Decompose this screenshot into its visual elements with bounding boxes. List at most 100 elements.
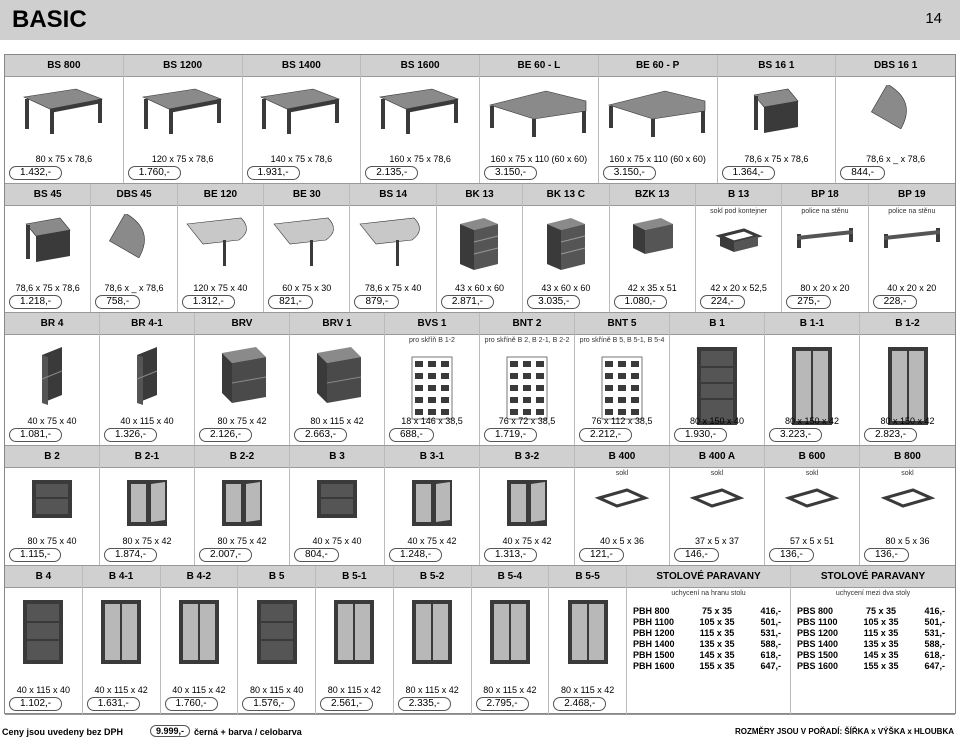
product-image (688, 486, 746, 515)
product-code: BR 4 (5, 313, 99, 335)
product-dimensions: 78,6 x 75 x 40 (364, 283, 422, 293)
product-dimensions: 40 x 5 x 36 (599, 536, 645, 546)
screens-title: STOLOVÉ PARAVANY (791, 566, 955, 588)
product-code: B 5-1 (316, 566, 393, 588)
product-cell: B 5-1 80 x 115 x 42 2.561,- (316, 566, 394, 714)
product-code: B 5-5 (549, 566, 626, 588)
product-dimensions: 76 x 72 x 38,5 (498, 416, 556, 426)
product-code: BK 13 C (523, 184, 609, 206)
product-price: 1.326,- (104, 428, 158, 442)
screen-code: PBS 800 (797, 606, 834, 616)
product-note: pro skříně B 5, B 5-1, B 5-4 (579, 337, 665, 344)
page-header: BASIC 14 (0, 0, 960, 40)
product-image (372, 85, 468, 142)
screen-code: PBH 800 (633, 606, 670, 616)
product-code: BS 800 (5, 55, 123, 77)
product-dimensions: 42 x 35 x 51 (627, 283, 677, 293)
product-cell: B 1-1 80 x 150 x 42 3.223,- (765, 313, 860, 445)
product-code: BRV 1 (290, 313, 384, 335)
screen-price: 588,- (924, 639, 945, 649)
product-dimensions: 160 x 75 x 78,6 (389, 154, 451, 164)
product-image (16, 85, 112, 142)
product-price: 1.102,- (9, 697, 63, 711)
product-price: 1.218,- (9, 295, 63, 309)
product-note: sokl (615, 470, 629, 477)
product-dimensions: 140 x 75 x 78,6 (270, 154, 333, 164)
product-price: 2.871,- (440, 295, 494, 309)
screen-dimensions: 115 x 35 (699, 628, 735, 638)
product-image (121, 476, 173, 535)
product-image (501, 476, 553, 535)
product-cell: BS 1600 160 x 75 x 78,6 2.135,- (361, 55, 480, 183)
product-price: 3.035,- (527, 295, 581, 309)
product-image (486, 85, 592, 146)
product-cell: B 3-2 40 x 75 x 42 1.313,- (480, 446, 575, 565)
product-image (270, 214, 344, 275)
product-dimensions: 80 x 115 x 40 (249, 685, 304, 695)
screen-item: PBS 1400 135 x 35 588,- (797, 639, 949, 650)
screen-dimensions: 145 x 35 (699, 650, 735, 660)
product-dimensions: 37 x 5 x 37 (694, 536, 740, 546)
product-code: BS 45 (5, 184, 91, 206)
product-price: 2.126,- (199, 428, 253, 442)
product-code: BE 30 (264, 184, 350, 206)
product-code: B 3-2 (480, 446, 574, 468)
product-dimensions: 57 x 5 x 51 (789, 536, 835, 546)
product-code: B 5-2 (393, 566, 471, 588)
product-code: BNT 5 (575, 313, 669, 335)
product-price: 2.561,- (320, 697, 374, 711)
product-price: 1.760,- (164, 697, 218, 711)
product-image (562, 596, 614, 673)
product-cell: B 3-1 40 x 75 x 42 1.248,- (385, 446, 480, 565)
product-dimensions: 120 x 75 x 40 (193, 283, 248, 293)
product-note: police na stěnu (801, 208, 849, 215)
screen-code: PBS 1500 (797, 650, 839, 660)
product-price: 228,- (872, 295, 918, 309)
product-code: BK 13 (436, 184, 523, 206)
product-image (356, 214, 430, 275)
product-image (251, 596, 303, 673)
screen-price: 531,- (760, 628, 781, 638)
price-list-grid: BS 800 80 x 75 x 78,6 1.432,- BS 1200 12… (4, 54, 956, 715)
product-dimensions: 80 x 20 x 20 (800, 283, 850, 293)
screen-dimensions: 105 x 35 (699, 617, 735, 627)
product-image (26, 476, 78, 527)
product-code: B 1-1 (765, 313, 859, 335)
product-code: B 400 (575, 446, 669, 468)
product-note: police na stěnu (888, 208, 936, 215)
product-cell: B 2-2 80 x 75 x 42 2.007,- (195, 446, 290, 565)
product-note: sokl (710, 470, 724, 477)
product-code: BZK 13 (609, 184, 695, 206)
product-image (173, 596, 225, 673)
product-dimensions: 120 x 75 x 78,6 (151, 154, 214, 164)
product-image (253, 85, 349, 142)
product-dimensions: 78,6 x _ x 78,6 (866, 154, 926, 164)
product-cell: B 800 sokl 80 x 5 x 36 136,- (860, 446, 955, 565)
product-image (216, 476, 268, 535)
product-price: 2.795,- (475, 697, 529, 711)
product-code: B 600 (765, 446, 859, 468)
screen-dimensions: 75 x 35 (865, 606, 897, 616)
product-image (311, 476, 363, 527)
screen-item: PBS 1600 155 x 35 647,- (797, 661, 949, 672)
page-title: BASIC (12, 6, 87, 33)
product-image (183, 214, 257, 275)
product-price: 1.081,- (9, 428, 63, 442)
product-dimensions: 40 x 115 x 42 (172, 685, 226, 695)
product-dimensions: 78,6 x 75 x 78,6 (744, 154, 809, 164)
product-row: BS 800 80 x 75 x 78,6 1.432,- BS 1200 12… (5, 55, 955, 184)
color-note: černá + barva / celobarva (194, 727, 302, 737)
product-code: B 2 (5, 446, 99, 468)
product-cell: BRV 1 80 x 115 x 42 2.663,- (290, 313, 385, 445)
product-code: BVS 1 (385, 313, 479, 335)
product-cell: B 3 40 x 75 x 40 804,- (290, 446, 385, 565)
product-cell: DBS 16 1 78,6 x _ x 78,6 844,- (836, 55, 955, 183)
screen-item: PBS 1200 115 x 35 531,- (797, 628, 949, 639)
product-price: 844,- (840, 166, 886, 180)
product-dimensions: 78,6 x _ x 78,6 (104, 283, 164, 293)
screen-price: 501,- (760, 617, 781, 627)
product-price: 1.931,- (246, 166, 300, 180)
product-price: 1.080,- (613, 295, 667, 309)
screen-dimensions: 145 x 35 (863, 650, 899, 660)
product-code: BE 60 - P (598, 55, 717, 77)
